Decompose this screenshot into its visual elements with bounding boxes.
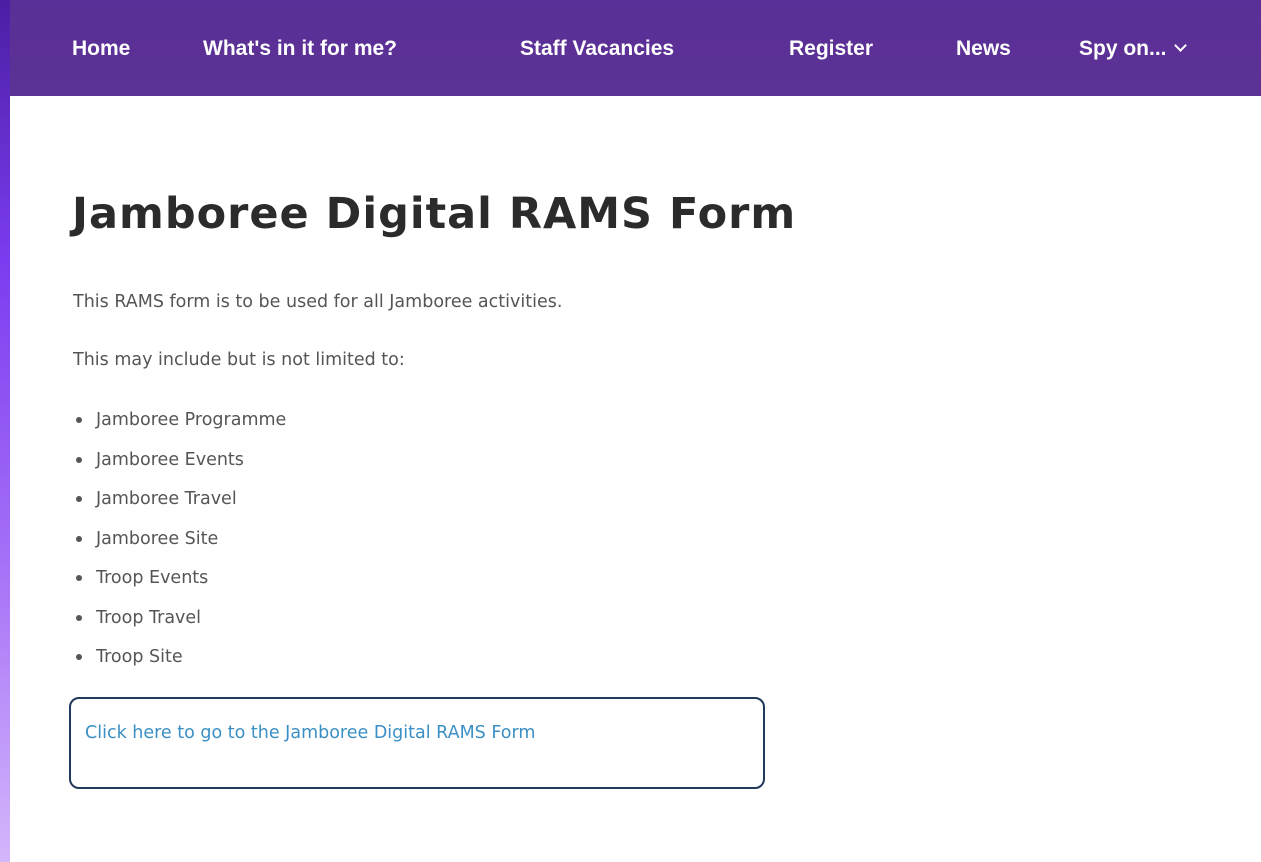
list-item-label: Troop Events [96, 568, 209, 588]
list-item: Jamboree Travel [73, 487, 286, 527]
list-item: Jamboree Events [73, 448, 286, 488]
chevron-down-icon [1173, 39, 1187, 52]
page-title: Jamboree Digital RAMS Form [72, 189, 797, 239]
rams-form-link[interactable]: Click here to go to the Jamboree Digital… [85, 721, 535, 745]
activity-list: Jamboree Programme Jamboree Events Jambo… [73, 408, 286, 685]
nav-item-news[interactable]: News [956, 36, 1011, 62]
nav-item-spy-on-label: Spy on... [1079, 37, 1167, 60]
nav-item-spy-on-dropdown[interactable]: Spy on... [1079, 36, 1187, 62]
nav-item-whats-in-it-for-me[interactable]: What's in it for me? [203, 36, 397, 62]
nav-item-home[interactable]: Home [72, 36, 130, 62]
list-item-label: Jamboree Travel [96, 489, 237, 509]
list-item-label: Troop Site [96, 647, 183, 667]
nav-item-staff-vacancies[interactable]: Staff Vacancies [520, 36, 674, 62]
bullet-icon [76, 496, 82, 502]
list-item: Troop Travel [73, 606, 286, 646]
list-item-label: Jamboree Events [96, 449, 244, 470]
intro-text: This RAMS form is to be used for all Jam… [73, 292, 563, 312]
bullet-icon [76, 614, 82, 621]
bullet-icon [76, 654, 82, 660]
list-item-label: Jamboree Site [96, 528, 219, 549]
top-navigation-bar: Home What's in it for me? Staff Vacancie… [10, 0, 1261, 96]
list-item-label: Jamboree Programme [96, 410, 287, 430]
bullet-icon [76, 575, 82, 581]
list-item: Jamboree Site [73, 527, 286, 567]
bullet-icon [76, 417, 82, 423]
nav-item-register[interactable]: Register [789, 36, 873, 62]
lead-text: This may include but is not limited to: [73, 350, 405, 370]
page-frame: Home What's in it for me? Staff Vacancie… [10, 0, 1261, 862]
list-item: Troop Events [73, 566, 286, 606]
bullet-icon [76, 535, 82, 542]
list-item-label: Troop Travel [96, 607, 202, 628]
bullet-icon [76, 456, 82, 463]
list-item: Troop Site [73, 645, 286, 685]
list-item: Jamboree Programme [73, 408, 286, 448]
